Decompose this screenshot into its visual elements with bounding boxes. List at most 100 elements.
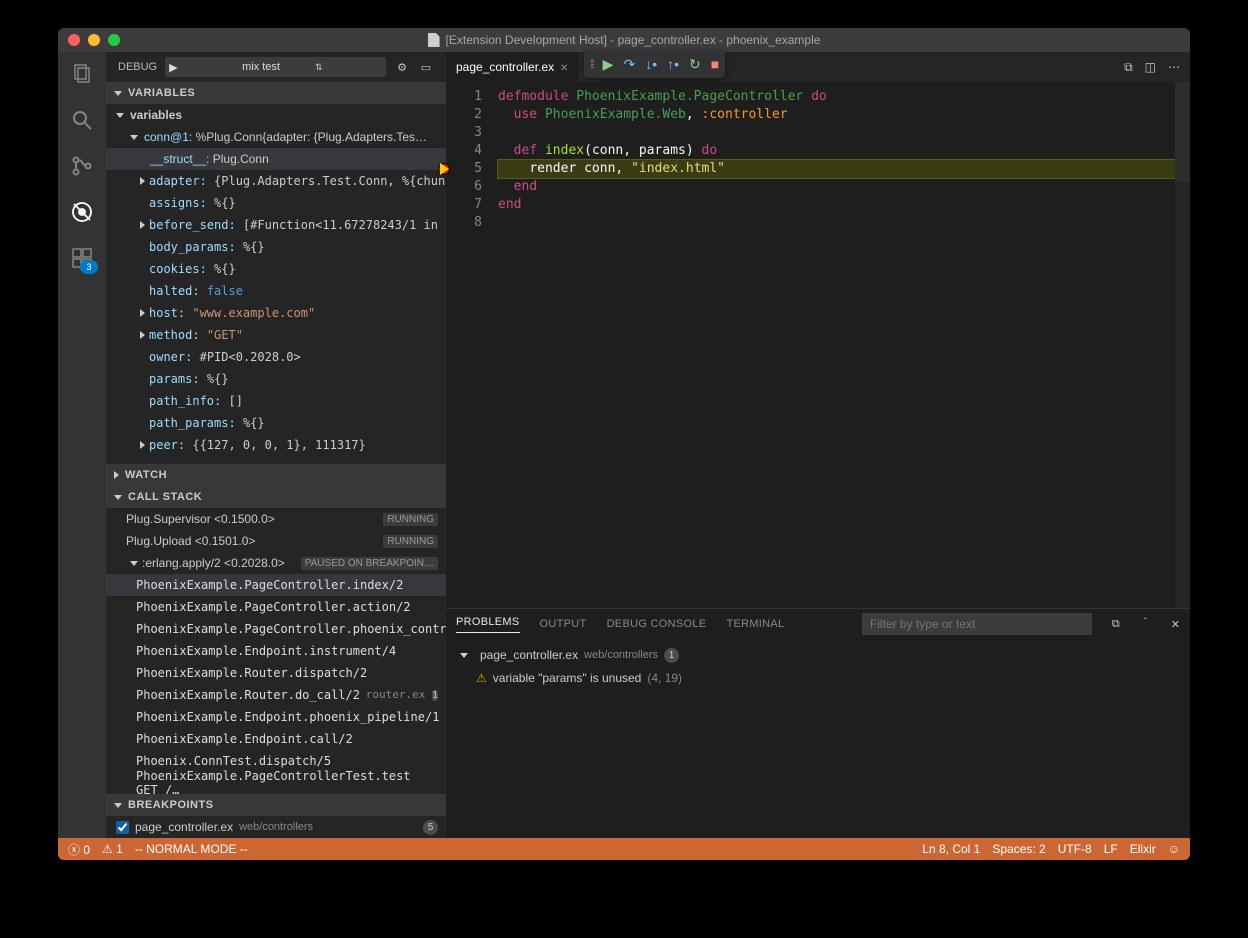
variable-item[interactable]: assigns: %{} (106, 192, 446, 214)
chevron-down-icon (114, 91, 122, 96)
variable-item[interactable]: halted: false (106, 280, 446, 302)
panel-close-icon[interactable]: ✕ (1171, 618, 1180, 631)
debug-toolbar[interactable]: ⁞⁞ ▶ ↷ ↓• ↑• ↻ ■ (584, 50, 725, 78)
debug-label: DEBUG (118, 61, 157, 73)
variable-item[interactable]: cookies: %{} (106, 258, 446, 280)
status-position[interactable]: Ln 8, Col 1 (922, 842, 980, 856)
debug-console-icon[interactable]: ▭ (418, 61, 434, 74)
config-name: mix test (240, 61, 309, 73)
breakpoint-file: page_controller.ex (135, 820, 233, 834)
thread-row[interactable]: Plug.Upload <0.1501.0>RUNNING (106, 530, 446, 552)
window: [Extension Development Host] - page_cont… (58, 28, 1190, 860)
chevron-down-icon (460, 653, 468, 658)
breakpoints-section[interactable]: Breakpoints (106, 794, 446, 816)
breakpoint-checkbox[interactable] (116, 821, 129, 834)
gutter[interactable]: 12345678 (446, 82, 498, 608)
stack-frame[interactable]: PhoenixExample.PageControllerTest.test G… (106, 772, 446, 794)
close-window[interactable] (68, 34, 80, 46)
split-editor-icon[interactable]: ◫ (1145, 60, 1156, 74)
variables-scope[interactable]: variables (106, 104, 446, 126)
variable-struct[interactable]: __struct__: Plug.Conn (106, 148, 446, 170)
stack-frame[interactable]: PhoenixExample.Router.do_call/2router.ex… (106, 684, 446, 706)
extensions-icon[interactable] (68, 244, 96, 272)
filter-input[interactable] (862, 613, 1092, 635)
chevron-down-icon (130, 135, 138, 140)
variable-root[interactable]: conn@1: %Plug.Conn{adapter: {Plug.Adapte… (106, 126, 446, 148)
variable-item[interactable]: path_info: [] (106, 390, 446, 412)
restart-button[interactable]: ↻ (689, 56, 701, 73)
step-over-button[interactable]: ↷ (623, 56, 635, 73)
problem-filename: page_controller.ex (480, 648, 578, 662)
tab-output[interactable]: OUTPUT (540, 618, 587, 630)
window-controls (68, 34, 120, 46)
variable-item[interactable]: before_send: [#Function<11.67278243/1 in… (106, 214, 446, 236)
code-body[interactable]: defmodule PhoenixExample.PageController … (498, 82, 1190, 608)
stack-frame[interactable]: PhoenixExample.PageController.action/2 (106, 596, 446, 618)
compare-icon[interactable]: ⧉ (1124, 60, 1133, 75)
problem-item[interactable]: ⚠ variable "params" is unused (4, 19) (456, 667, 1180, 689)
explorer-icon[interactable] (68, 60, 96, 88)
variable-item[interactable]: peer: {{127, 0, 0, 1}, 111317} (106, 434, 446, 456)
variables-section[interactable]: Variables (106, 82, 446, 104)
continue-button[interactable]: ▶ (603, 56, 614, 73)
stack-frame[interactable]: PhoenixExample.PageController.index/2 (106, 574, 446, 596)
watch-section[interactable]: Watch (106, 464, 446, 486)
stack-frame[interactable]: PhoenixExample.Endpoint.phoenix_pipeline… (106, 706, 446, 728)
more-icon[interactable]: ⋯ (1168, 60, 1180, 74)
status-errors[interactable]: ⓧ 0 (68, 841, 90, 858)
status-encoding[interactable]: UTF-8 (1058, 842, 1092, 856)
gear-icon[interactable]: ⚙ (394, 61, 410, 74)
callstack-section[interactable]: Call Stack (106, 486, 446, 508)
problem-path: web/controllers (584, 649, 658, 661)
minimize-window[interactable] (88, 34, 100, 46)
paused-thread-row[interactable]: :erlang.apply/2 <0.2028.0>PAUSED ON BREA… (106, 552, 446, 574)
code-editor[interactable]: 12345678 defmodule PhoenixExample.PageCo… (446, 82, 1190, 608)
title-text: [Extension Development Host] - page_cont… (446, 33, 821, 47)
chevron-down-icon (114, 803, 122, 808)
step-out-button[interactable]: ↑• (667, 56, 679, 72)
search-icon[interactable] (68, 106, 96, 134)
chevron-down-icon (116, 113, 124, 118)
variable-item[interactable]: path_params: %{} (106, 412, 446, 434)
problems-body: page_controller.ex web/controllers 1 ⚠ v… (446, 639, 1190, 838)
tab-terminal[interactable]: TERMINAL (726, 618, 784, 630)
stop-button[interactable]: ■ (711, 56, 719, 72)
status-eol[interactable]: LF (1104, 842, 1118, 856)
debug-icon[interactable] (68, 198, 96, 226)
stack-frame[interactable]: PhoenixExample.Endpoint.instrument/4 (106, 640, 446, 662)
tab-debug-console[interactable]: DEBUG CONSOLE (607, 618, 707, 630)
stack-frame[interactable]: PhoenixExample.Endpoint.call/2 (106, 728, 446, 750)
maximize-window[interactable] (108, 34, 120, 46)
start-debug-icon[interactable]: ▶ (167, 61, 236, 74)
tab-problems[interactable]: PROBLEMS (456, 616, 520, 633)
variable-item[interactable]: params: %{} (106, 368, 446, 390)
section-label: Breakpoints (128, 799, 214, 811)
variable-item[interactable]: method: "GET" (106, 324, 446, 346)
close-icon[interactable]: × (560, 59, 568, 75)
step-into-button[interactable]: ↓• (645, 56, 657, 72)
feedback-icon[interactable]: ☺ (1168, 842, 1180, 856)
minimap[interactable] (1175, 82, 1190, 608)
tab-label: page_controller.ex (456, 60, 554, 74)
stack-frame[interactable]: PhoenixExample.PageController.phoenix_co… (106, 618, 446, 640)
variable-item[interactable]: body_params: %{} (106, 236, 446, 258)
activity-bar (58, 52, 106, 838)
tab-page-controller[interactable]: page_controller.ex × (446, 52, 579, 82)
variable-item[interactable]: host: "www.example.com" (106, 302, 446, 324)
status-mode: -- NORMAL MODE -- (135, 842, 248, 856)
scm-icon[interactable] (68, 152, 96, 180)
panel-tabs: PROBLEMS OUTPUT DEBUG CONSOLE TERMINAL ⧉… (446, 609, 1190, 639)
variable-item[interactable]: adapter: {Plug.Adapters.Test.Conn, %{chu… (106, 170, 446, 192)
thread-row[interactable]: Plug.Supervisor <0.1500.0>RUNNING (106, 508, 446, 530)
status-warnings[interactable]: ⚠ 1 (102, 842, 123, 856)
status-language[interactable]: Elixir (1130, 842, 1156, 856)
panel-up-icon[interactable]: ＾ (1140, 616, 1151, 632)
variable-item[interactable]: owner: #PID<0.2028.0> (106, 346, 446, 368)
status-spaces[interactable]: Spaces: 2 (992, 842, 1045, 856)
collapse-all-icon[interactable]: ⧉ (1112, 618, 1120, 631)
stack-frame[interactable]: PhoenixExample.Router.dispatch/2 (106, 662, 446, 684)
grip-icon[interactable]: ⁞⁞ (590, 57, 593, 71)
problem-file[interactable]: page_controller.ex web/controllers 1 (456, 643, 1180, 667)
breakpoint-row[interactable]: page_controller.ex web/controllers 5 (106, 816, 446, 838)
debug-config-select[interactable]: ▶ mix test ⇅ (165, 57, 386, 77)
